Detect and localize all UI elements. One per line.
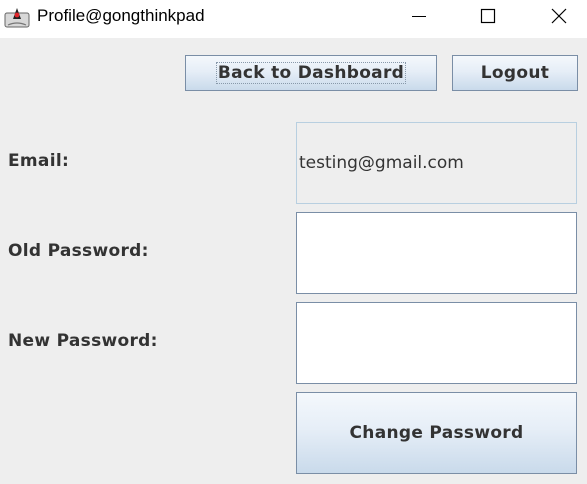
profile-window: Profile@gongthinkpad Back to Dashboard L… xyxy=(0,0,587,484)
back-to-dashboard-button[interactable]: Back to Dashboard xyxy=(185,55,437,91)
profile-panel: Back to Dashboard Logout Email: testing@… xyxy=(0,38,587,484)
close-button[interactable] xyxy=(530,0,587,32)
minimize-button[interactable] xyxy=(390,0,448,32)
maximize-button[interactable] xyxy=(459,0,517,32)
logout-button[interactable]: Logout xyxy=(452,55,578,91)
java-duke-icon[interactable] xyxy=(4,5,30,29)
email-field: testing@gmail.com xyxy=(296,122,577,204)
title-bar[interactable]: Profile@gongthinkpad xyxy=(0,0,587,38)
email-label: Email: xyxy=(8,151,70,171)
change-password-button[interactable]: Change Password xyxy=(296,392,577,474)
new-password-label: New Password: xyxy=(8,331,158,351)
back-to-dashboard-label: Back to Dashboard xyxy=(215,62,407,84)
old-password-input[interactable] xyxy=(296,212,577,294)
new-password-input[interactable] xyxy=(296,302,577,384)
minimize-icon xyxy=(412,16,426,17)
maximize-icon xyxy=(480,8,496,24)
window-title: Profile@gongthinkpad xyxy=(37,6,205,25)
close-icon xyxy=(551,8,567,24)
old-password-label: Old Password: xyxy=(8,241,149,261)
